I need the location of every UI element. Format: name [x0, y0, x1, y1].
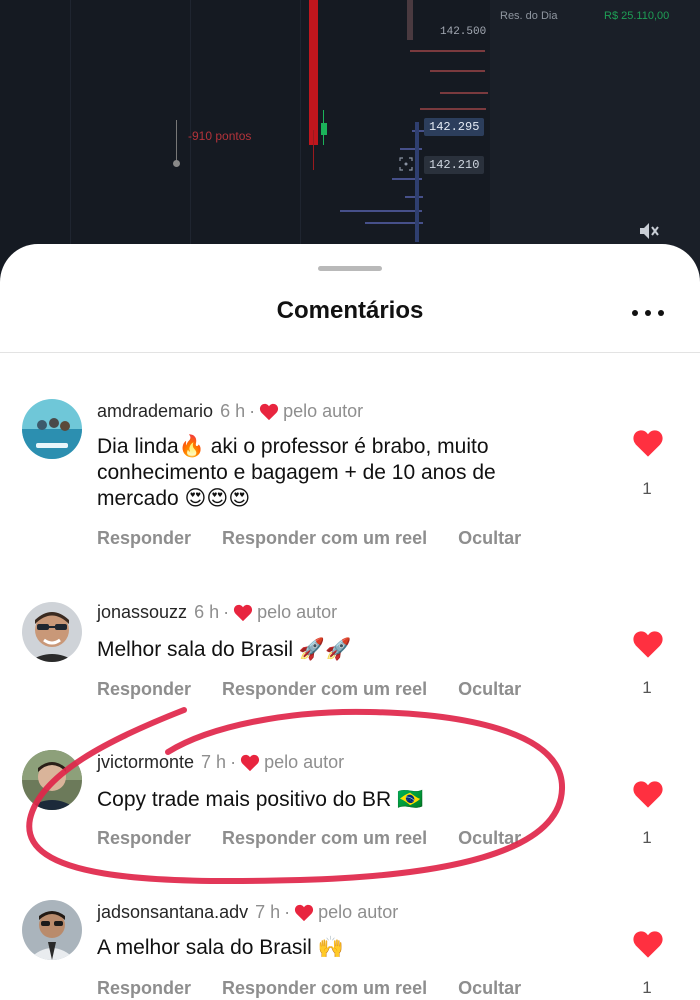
like-heart-icon[interactable]	[632, 630, 664, 659]
points-label: -910 pontos	[188, 129, 252, 143]
green-candle	[321, 123, 327, 135]
username[interactable]: jvictormonte	[97, 752, 194, 773]
reference-line	[176, 120, 177, 162]
comment-actions: Responder Responder com um reel Ocultar	[97, 679, 552, 700]
liked-by-author-label: pelo autor	[257, 602, 338, 622]
avatar[interactable]	[22, 399, 82, 459]
hide-button[interactable]: Ocultar	[458, 528, 521, 549]
comment-text: A melhor sala do Brasil 🙌	[97, 936, 344, 959]
reply-button[interactable]: Responder	[97, 978, 191, 999]
like-heart-icon[interactable]	[632, 930, 664, 959]
chart-side-panel	[490, 0, 700, 280]
comment-actions: Responder Responder com um reel Ocultar	[97, 828, 552, 849]
comment-meta: jadsonsantana.adv 7 h · pelo autor	[97, 902, 399, 923]
depth-bar	[420, 108, 486, 110]
red-candle	[309, 0, 318, 145]
day-result-label: Res. do Dia	[500, 10, 558, 22]
header-divider	[0, 352, 700, 353]
depth-bar	[340, 210, 422, 212]
avatar[interactable]	[22, 900, 82, 960]
liked-by-author-label: pelo autor	[318, 902, 399, 922]
avatar[interactable]	[22, 750, 82, 810]
price-tag: 142.295	[424, 118, 485, 136]
like-count: 1	[642, 479, 652, 498]
comment-meta: amdrademario 6 h · pelo autor	[97, 401, 364, 422]
comment-text: Copy trade mais positivo do BR 🇧🇷	[97, 788, 424, 811]
comment-time: 6 h	[220, 401, 246, 421]
reply-with-reel-button[interactable]: Responder com um reel	[222, 828, 427, 849]
heart-icon	[260, 403, 279, 420]
comment-meta: jonassouzz 6 h · pelo autor	[97, 602, 338, 623]
comment-meta: jvictormonte 7 h · pelo autor	[97, 752, 345, 773]
hide-button[interactable]: Ocultar	[458, 679, 521, 700]
reply-with-reel-button[interactable]: Responder com um reel	[222, 528, 427, 549]
heart-icon	[295, 904, 314, 921]
username[interactable]: amdrademario	[97, 401, 213, 422]
price-tag: 142.210	[424, 156, 485, 174]
depth-bar	[405, 196, 423, 198]
reference-dot	[173, 160, 180, 167]
depth-column	[415, 122, 419, 242]
comment-time: 7 h	[201, 752, 227, 772]
reply-with-reel-button[interactable]: Responder com um reel	[222, 679, 427, 700]
avatar[interactable]	[22, 602, 82, 662]
comment-time: 6 h	[194, 602, 220, 622]
red-candle-wick	[313, 130, 314, 170]
reply-button[interactable]: Responder	[97, 679, 191, 700]
username[interactable]: jadsonsantana.adv	[97, 902, 248, 923]
more-horizontal-icon	[658, 310, 664, 316]
grid-line	[300, 0, 301, 280]
like-heart-icon[interactable]	[632, 429, 664, 458]
comments-sheet: Comentários amdrademario 6 h · pelo auto…	[0, 244, 700, 1000]
sheet-title: Comentários	[276, 297, 424, 324]
comment-time: 7 h	[255, 902, 281, 922]
sheet-drag-handle[interactable]	[318, 266, 382, 271]
crosshair-icon[interactable]	[399, 157, 413, 171]
comment-text: Dia linda🔥 aki o professor é brabo, muit…	[97, 435, 496, 510]
hide-button[interactable]: Ocultar	[458, 978, 521, 999]
like-count: 1	[642, 978, 652, 997]
day-result-value: R$ 25.110,00	[604, 10, 670, 22]
like-heart-icon[interactable]	[632, 780, 664, 809]
comment-text: Melhor sala do Brasil 🚀🚀	[97, 638, 352, 661]
hide-button[interactable]: Ocultar	[458, 828, 521, 849]
trading-chart-background: -910 pontos 142.500 142.295 142.210 Res.…	[0, 0, 700, 280]
more-horizontal-icon	[645, 310, 651, 316]
more-options-button[interactable]	[628, 300, 668, 326]
reply-button[interactable]: Responder	[97, 528, 191, 549]
price-level: 142.500	[440, 26, 487, 38]
reply-button[interactable]: Responder	[97, 828, 191, 849]
depth-bar	[440, 92, 488, 94]
heart-icon	[234, 604, 253, 621]
comment-actions: Responder Responder com um reel Ocultar	[97, 528, 552, 549]
reply-with-reel-button[interactable]: Responder com um reel	[222, 978, 427, 999]
volume-column	[407, 0, 413, 40]
more-horizontal-icon	[632, 310, 638, 316]
depth-bar	[430, 70, 485, 72]
like-count: 1	[642, 678, 652, 697]
mute-icon[interactable]	[638, 220, 662, 242]
depth-bar	[410, 50, 485, 52]
comment-actions: Responder Responder com um reel Ocultar	[97, 978, 552, 999]
heart-icon	[240, 754, 260, 771]
liked-by-author-label: pelo autor	[264, 752, 345, 772]
grid-line	[70, 0, 71, 280]
like-count: 1	[642, 828, 652, 847]
liked-by-author-label: pelo autor	[283, 401, 364, 421]
username[interactable]: jonassouzz	[97, 602, 187, 623]
